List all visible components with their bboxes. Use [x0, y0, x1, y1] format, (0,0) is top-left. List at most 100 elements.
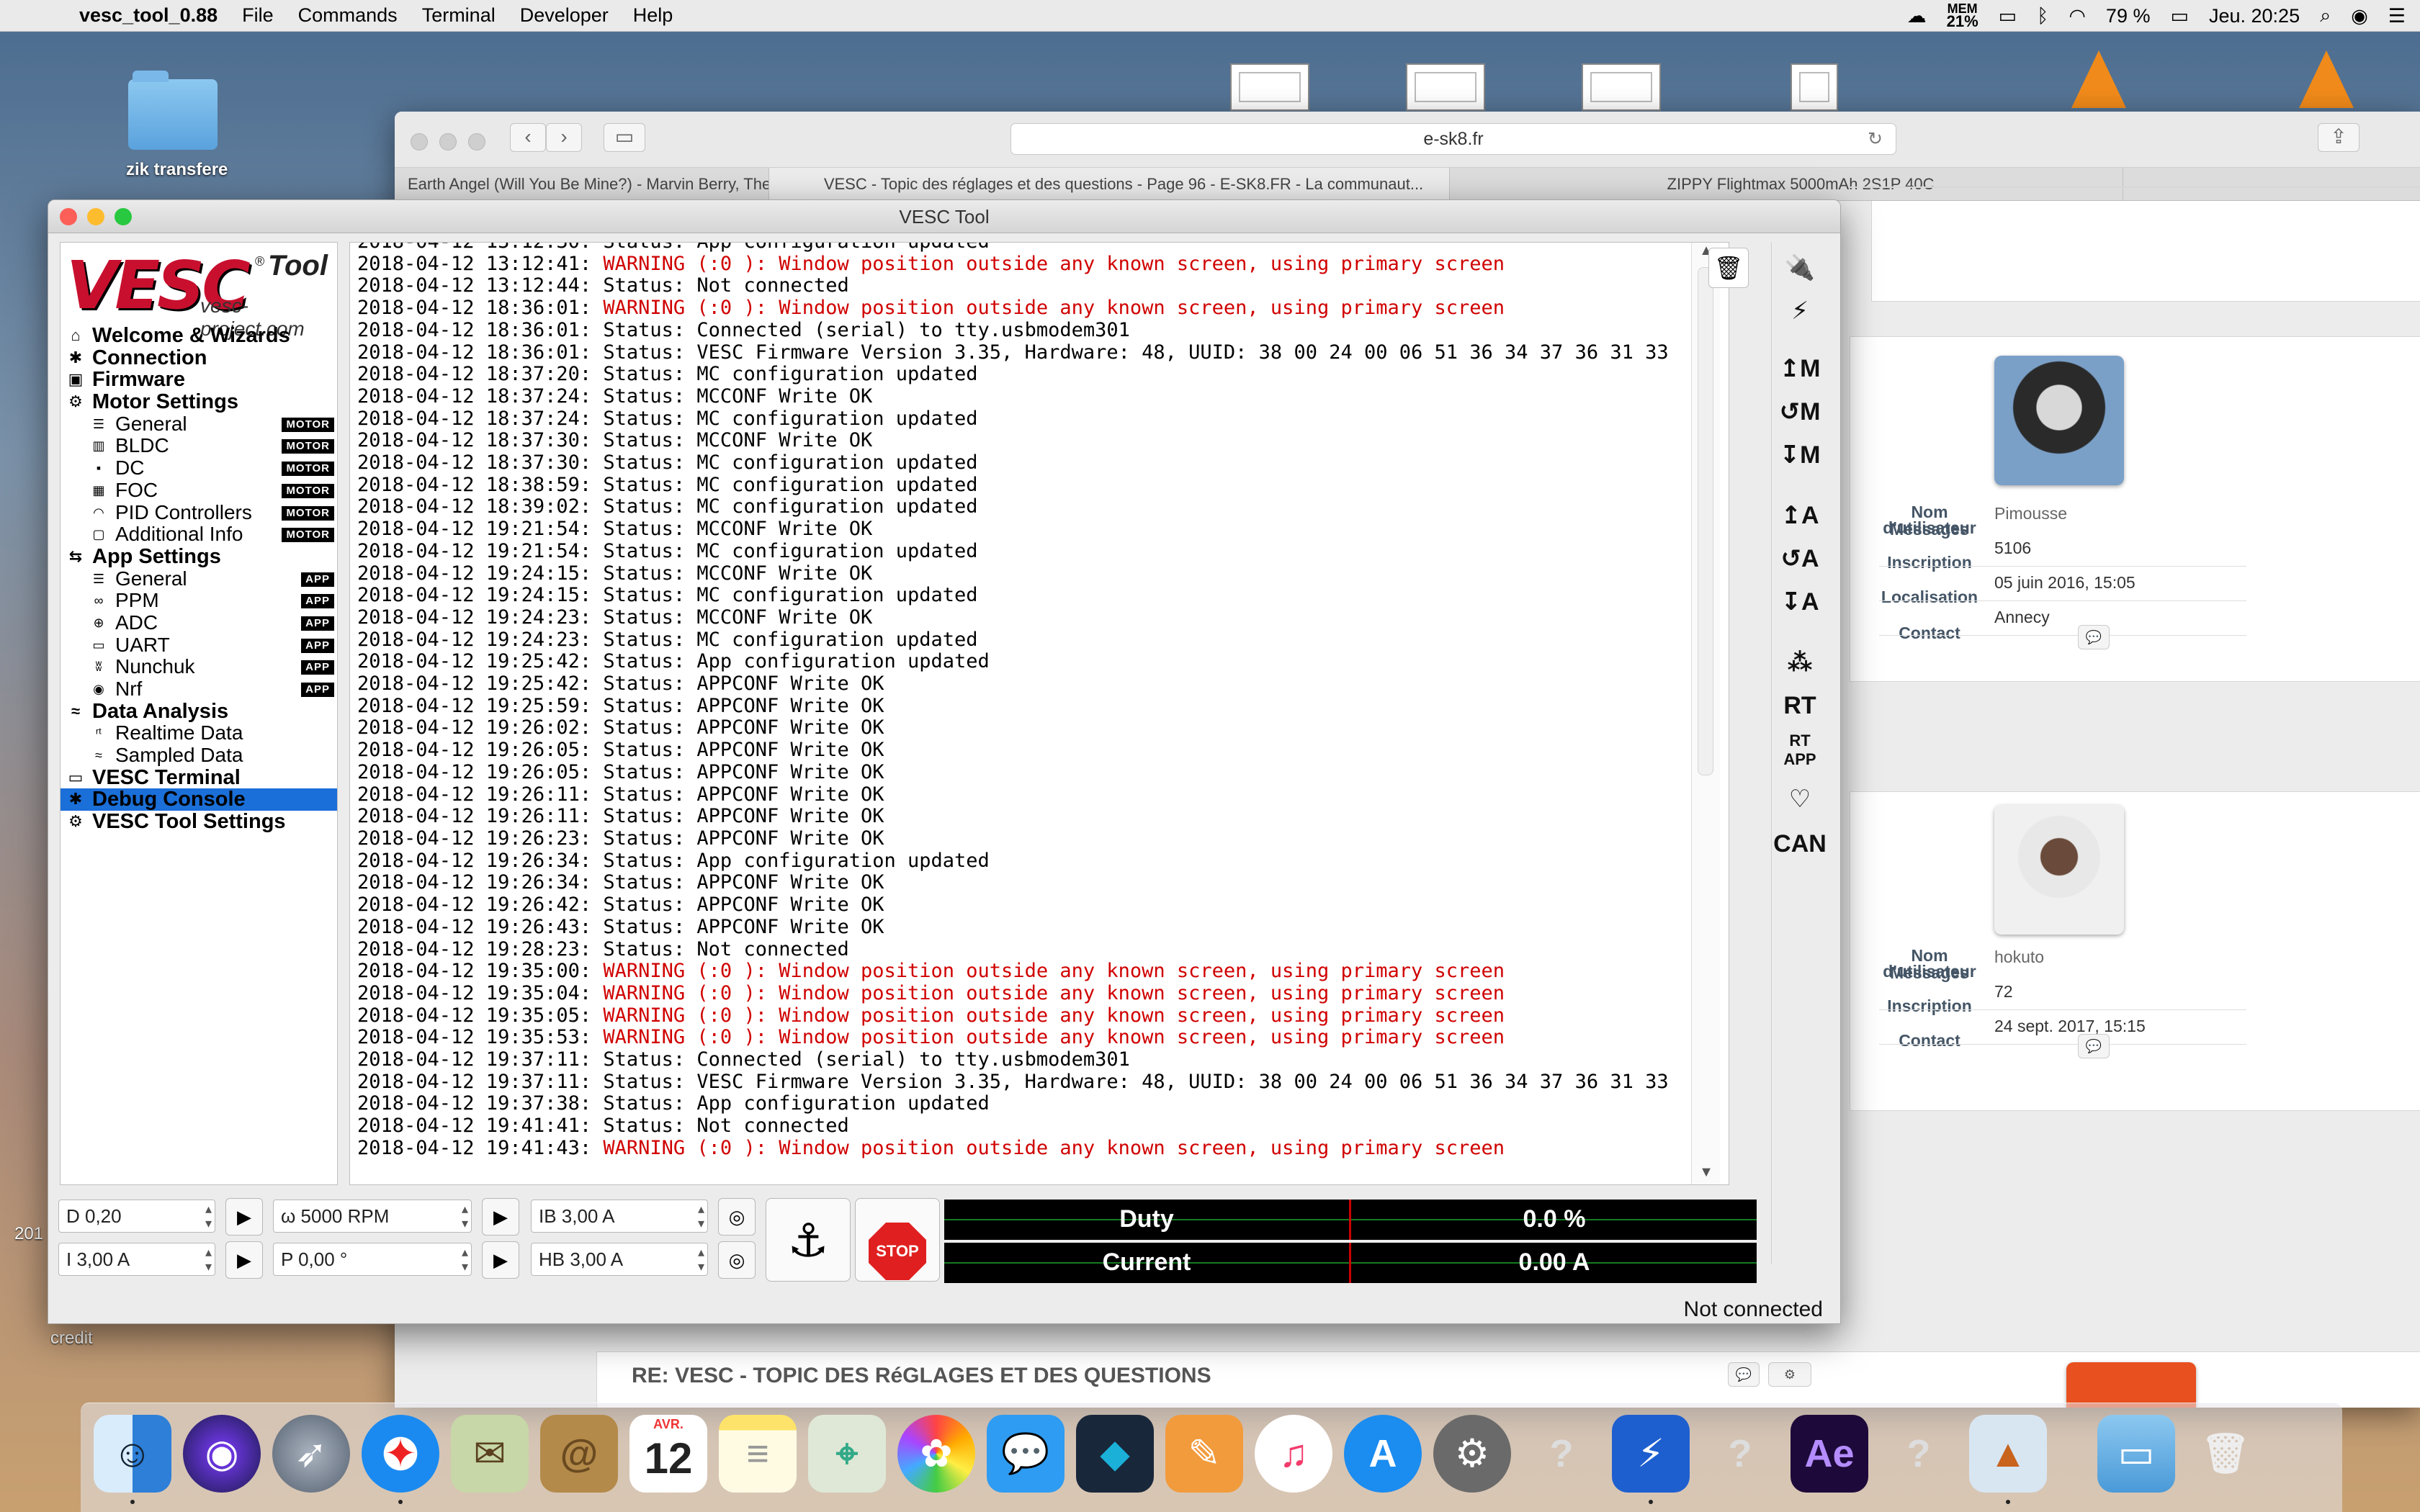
- zoom-icon[interactable]: [468, 133, 485, 150]
- read-default-motor-config-icon[interactable]: ↺M: [1772, 390, 1828, 433]
- clear-console-button[interactable]: 🗑: [1708, 248, 1749, 288]
- nav-item-adc[interactable]: ⊕ ADC APP: [60, 611, 337, 634]
- quote-icon[interactable]: 💬: [1728, 1362, 1760, 1387]
- nav-item-connection[interactable]: ✱ Connection: [60, 347, 337, 369]
- desktop-image-thumbnail[interactable]: [1791, 63, 1838, 111]
- safari-icon[interactable]: ✦: [362, 1415, 439, 1493]
- run-rpm-button[interactable]: ▶: [482, 1198, 519, 1236]
- menu-commands[interactable]: Commands: [298, 4, 398, 27]
- wifi-icon[interactable]: ◠: [2069, 5, 2086, 27]
- kodi-icon[interactable]: ◆: [1076, 1415, 1154, 1493]
- nav-item-uart[interactable]: ▭ UART APP: [60, 634, 337, 657]
- nav-item-realtime-data[interactable]: ʳᵗ Realtime Data: [60, 722, 337, 744]
- duty-input[interactable]: D 0,20: [58, 1200, 215, 1233]
- notes-icon[interactable]: ≡: [719, 1415, 797, 1493]
- scroll-down-icon[interactable]: ▼: [1692, 1164, 1721, 1184]
- run-duty-button[interactable]: ▶: [225, 1198, 263, 1236]
- nav-item-firmware[interactable]: ▣ Firmware: [60, 369, 337, 391]
- zoom-icon[interactable]: [115, 208, 132, 225]
- profile-username[interactable]: Pimousse: [1994, 504, 2067, 523]
- nav-item-dc[interactable]: ▪ DC MOTOR: [60, 457, 337, 480]
- disconnect-icon[interactable]: ⚡: [1772, 289, 1828, 333]
- nav-item-vesc-terminal[interactable]: ▭ VESC Terminal: [60, 767, 337, 789]
- vlc-cone-icon[interactable]: [2071, 50, 2126, 108]
- nav-item-additional-info[interactable]: ▢ Additional Info MOTOR: [60, 523, 337, 546]
- pages-icon[interactable]: ✎: [1165, 1415, 1243, 1493]
- handbrake-input[interactable]: HB 3,00 A: [531, 1243, 708, 1276]
- nav-item-nunchuk[interactable]: ʬ Nunchuk APP: [60, 656, 337, 678]
- user-avatar[interactable]: [2066, 1362, 2196, 1408]
- close-icon[interactable]: [411, 133, 428, 150]
- finder-icon[interactable]: ☺: [94, 1415, 171, 1493]
- canbus-scan-icon[interactable]: ⁂: [1772, 641, 1828, 684]
- tab-zippy[interactable]: ZIPPY Flightmax 5000mAh 2S1P 40C: [1450, 168, 2123, 200]
- nav-item-foc[interactable]: ▦ FOC MOTOR: [60, 479, 337, 502]
- nav-item-bldc[interactable]: ▥ BLDC MOTOR: [60, 435, 337, 457]
- post-settings-icon[interactable]: ⚙: [1768, 1362, 1811, 1387]
- after-effects-icon[interactable]: Ae: [1791, 1415, 1868, 1493]
- brake-current-input[interactable]: IB 3,00 A: [531, 1200, 708, 1233]
- nav-item-debug-console[interactable]: ✱ Debug Console: [60, 788, 337, 811]
- write-motor-config-icon[interactable]: ↧M: [1772, 433, 1828, 477]
- app-store-icon[interactable]: A: [1344, 1415, 1422, 1493]
- contacts-icon[interactable]: @: [540, 1415, 618, 1493]
- rpm-input[interactable]: ω 5000 RPM: [273, 1200, 472, 1233]
- launchpad-icon[interactable]: ➶: [272, 1415, 350, 1493]
- connect-icon[interactable]: 🔌: [1772, 246, 1828, 289]
- siri-icon[interactable]: ◉: [2351, 5, 2368, 27]
- nav-item-vesc-tool-settings[interactable]: ⚙ VESC Tool Settings: [60, 811, 337, 833]
- minimize-icon[interactable]: [87, 208, 104, 225]
- can-forward-icon[interactable]: CAN: [1772, 822, 1828, 865]
- mail-icon[interactable]: ✉: [451, 1415, 529, 1493]
- nav-item-general[interactable]: ☰ General MOTOR: [60, 413, 337, 436]
- trash-icon[interactable]: 🗑: [2187, 1415, 2264, 1493]
- desktop-screenshot-thumbnail[interactable]: [1230, 63, 1309, 111]
- realtime-app-icon[interactable]: RT APP: [1772, 727, 1828, 770]
- archive-utility-icon[interactable]: ▲: [1969, 1415, 2047, 1493]
- airplay-icon[interactable]: ▭: [1999, 5, 2017, 27]
- nav-item-welcome-wizards[interactable]: ⌂ Welcome & Wizards: [60, 325, 337, 347]
- user-avatar[interactable]: [1994, 356, 2124, 485]
- current-input[interactable]: I 3,00 A: [58, 1243, 215, 1276]
- bluetooth-icon[interactable]: ᛒ: [2037, 5, 2048, 27]
- calendar-icon[interactable]: AVR. 12: [629, 1415, 707, 1493]
- downloads-folder-icon[interactable]: ▭: [2097, 1415, 2175, 1493]
- vertical-scrollbar[interactable]: ▲ ▼: [1691, 243, 1721, 1184]
- stop-button[interactable]: STOP: [855, 1198, 940, 1282]
- desktop-screenshot-thumbnail[interactable]: [1582, 63, 1661, 111]
- nav-item-ppm[interactable]: ∞ PPM APP: [60, 590, 337, 612]
- nav-item-general[interactable]: ☰ General APP: [60, 567, 337, 590]
- vesc-tool-dock-icon[interactable]: ⚡: [1612, 1415, 1690, 1493]
- nav-item-app-settings[interactable]: ⇆ App Settings: [60, 546, 337, 568]
- unknown-app-icon[interactable]: ?: [1701, 1415, 1779, 1493]
- unknown-app-icon[interactable]: ?: [1523, 1415, 1600, 1493]
- run-current-button[interactable]: ▶: [225, 1241, 263, 1279]
- chat-bubble-icon[interactable]: 💬: [2078, 1034, 2110, 1058]
- menu-help[interactable]: Help: [633, 4, 673, 27]
- address-bar[interactable]: e-sk8.fr ↻: [1010, 123, 1896, 155]
- vlc-cone-icon[interactable]: [2299, 50, 2354, 108]
- sidebar-button[interactable]: ▭: [604, 123, 645, 152]
- maps-icon[interactable]: ⌖: [808, 1415, 886, 1493]
- memory-indicator[interactable]: MEM 21%: [1947, 2, 1978, 30]
- keepalive-heart-icon[interactable]: ♡: [1772, 778, 1828, 821]
- close-icon[interactable]: [60, 208, 77, 225]
- desktop-screenshot-thumbnail[interactable]: [1406, 63, 1485, 111]
- minimize-icon[interactable]: [439, 133, 457, 150]
- run-brake-button[interactable]: ◎: [718, 1198, 756, 1236]
- reload-icon[interactable]: ↻: [1868, 124, 1883, 154]
- run-position-button[interactable]: ▶: [482, 1241, 519, 1279]
- read-app-config-icon[interactable]: ↥A: [1772, 494, 1828, 537]
- realtime-data-icon[interactable]: RT: [1772, 684, 1828, 727]
- menu-file[interactable]: File: [242, 4, 274, 27]
- share-button[interactable]: ⇪: [2318, 123, 2360, 152]
- post-title[interactable]: RE: VESC - TOPIC DES RéGLAGES ET DES QUE…: [632, 1364, 1211, 1388]
- nav-item-sampled-data[interactable]: ≈ Sampled Data: [60, 744, 337, 767]
- clock[interactable]: Jeu. 20:25: [2209, 5, 2300, 27]
- anchor-button[interactable]: ⚓: [766, 1198, 851, 1282]
- chat-bubble-icon[interactable]: 💬: [2078, 625, 2110, 649]
- tab-vesc-topic[interactable]: VESC - Topic des réglages et des questio…: [769, 168, 1450, 200]
- write-app-config-icon[interactable]: ↧A: [1772, 580, 1828, 624]
- desktop-folder[interactable]: zik transfere: [126, 71, 228, 180]
- spotlight-icon[interactable]: ⌕: [2320, 4, 2331, 27]
